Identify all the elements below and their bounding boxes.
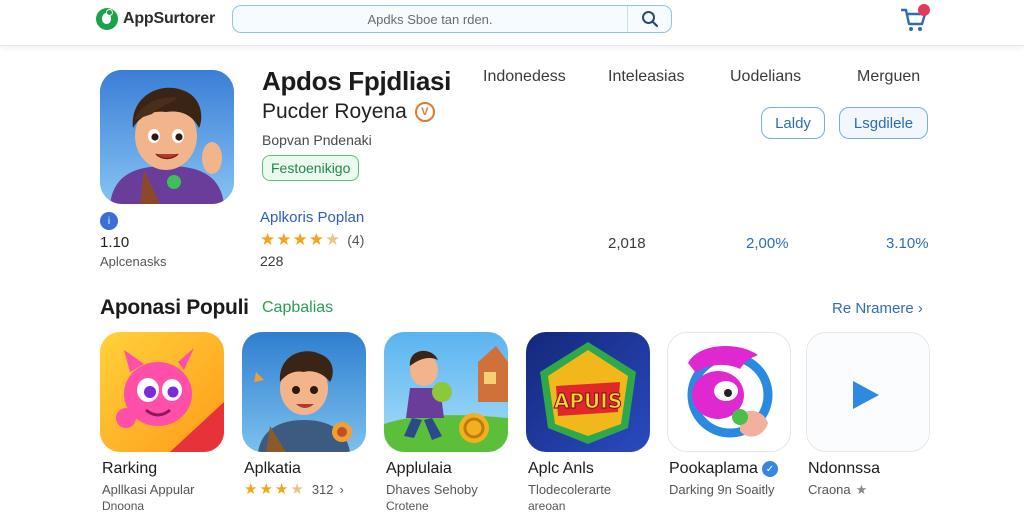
verified-badge-icon: V xyxy=(414,102,435,122)
logo-text: AppSurtorer xyxy=(123,10,216,27)
stat-heading: Indonedess xyxy=(483,68,566,85)
info-icon: i xyxy=(100,212,118,230)
app-card[interactable]: APUIS Aplc Anls Tlodecolerarte areoan xyxy=(526,332,650,512)
metric-value: 2,00% xyxy=(746,235,789,252)
star-icon: ★ xyxy=(292,230,308,249)
app-card-subtitle: Apllkasi Appular xyxy=(102,482,195,497)
logo-icon xyxy=(96,8,118,30)
mini-stat-value: 1.10 xyxy=(100,234,130,251)
app-card-meta: areoan xyxy=(528,499,566,512)
star-icon: ★ xyxy=(274,481,289,498)
app-card-name-label: Pookaplama xyxy=(669,460,758,477)
magenta-character-icon xyxy=(667,332,791,452)
search-input[interactable] xyxy=(233,6,627,32)
metric-value: 3.10% xyxy=(886,235,929,252)
rating-stars: ★ ★ ★ ★ ★ (4) xyxy=(260,231,364,248)
star-icon: ★ xyxy=(855,482,868,497)
badge-text: APUIS xyxy=(554,389,622,413)
app-subtitle: Bopvan Pndenaki xyxy=(262,132,372,148)
stat-heading: Uodelians xyxy=(730,68,802,85)
app-card-subtitle: Tlodecolerarte xyxy=(528,482,612,497)
see-more-label: Re Nramere xyxy=(832,300,914,317)
store-logo[interactable]: AppSurtorer xyxy=(96,8,215,30)
app-card-subtitle: Craona ★ xyxy=(808,482,867,497)
app-icon[interactable] xyxy=(100,70,234,204)
app-card-name: Aplkatia xyxy=(244,460,301,477)
app-card-name: Aplc Anls xyxy=(528,460,594,477)
pink-creature-icon xyxy=(100,332,224,452)
play-icon xyxy=(806,332,930,452)
developer-label: Pucder Royena xyxy=(262,100,407,123)
chevron-right-icon: › xyxy=(339,482,344,497)
app-card-name: Applulaia xyxy=(386,460,452,477)
half-star-icon: ★ xyxy=(290,481,304,498)
secondary-action-button[interactable]: Lsgdilele xyxy=(839,107,928,139)
stat-heading: Merguen xyxy=(857,68,921,85)
star-icon: ★ xyxy=(259,481,273,498)
half-star-icon: ★ xyxy=(325,230,341,249)
app-card-rating-count: 312 xyxy=(311,482,334,497)
star-icon: ★ xyxy=(244,481,258,498)
top-bar: AppSurtorer xyxy=(0,0,1024,46)
boy-character-icon xyxy=(100,70,234,204)
cart-button[interactable] xyxy=(898,4,932,34)
rank-number: 228 xyxy=(260,253,284,269)
app-card-meta: Dnoona xyxy=(102,499,145,512)
star-icon: ★ xyxy=(260,230,276,249)
app-card-rating: ★ ★ ★ ★ 312 › xyxy=(244,482,344,497)
app-card-name: Rarking xyxy=(102,460,158,477)
app-title: Apdos Fpjdliasi xyxy=(262,66,452,96)
search-icon xyxy=(641,11,658,28)
chevron-right-icon: › xyxy=(917,300,923,317)
app-card-name: Ndonnssa xyxy=(808,460,881,477)
app-card-subtitle: Darking 9n Soaitly xyxy=(669,482,775,497)
star-icon: ★ xyxy=(308,230,324,249)
app-card[interactable]: Aplkatia ★ ★ ★ ★ 312 › xyxy=(242,332,366,497)
app-card[interactable]: Pookaplama ✓ Darking 9n Soaitly xyxy=(667,332,791,497)
app-card[interactable]: Ndonnssa Craona ★ xyxy=(806,332,930,497)
star-icon: ★ xyxy=(276,230,292,249)
popular-label[interactable]: Aplkoris Poplan xyxy=(260,209,364,226)
notification-dot xyxy=(918,4,930,16)
primary-action-button[interactable]: Laldy xyxy=(761,107,825,139)
app-card[interactable]: Rarking Apllkasi Appular Dnoona xyxy=(100,332,224,512)
boy-adventure-icon xyxy=(242,332,366,452)
mini-stat-label: Aplcenasks xyxy=(100,254,167,269)
app-card-meta: Crotene xyxy=(386,499,429,512)
section-title: Aponasi Populi xyxy=(100,296,249,319)
verified-check-icon: ✓ xyxy=(761,461,778,477)
metric-value: 2,018 xyxy=(608,235,646,252)
app-card-subtitle: Dhaves Sehoby xyxy=(386,482,478,497)
developer-name[interactable]: Pucder Royena V xyxy=(262,100,435,124)
app-card[interactable]: Applulaia Dhaves Sehoby Crotene xyxy=(384,332,508,512)
apuis-badge-icon: APUIS xyxy=(526,332,650,452)
stat-heading: Inteleasias xyxy=(608,68,685,85)
app-card-subtitle-label: Craona xyxy=(808,482,851,497)
rating-count: (4) xyxy=(347,231,365,248)
section-subtitle[interactable]: Capbalias xyxy=(262,299,333,317)
search-button[interactable] xyxy=(627,6,671,32)
app-card-name: Pookaplama ✓ xyxy=(669,460,778,478)
search-bar xyxy=(232,5,672,33)
category-tag[interactable]: Festoenikigo xyxy=(262,155,360,181)
runner-game-icon xyxy=(384,332,508,452)
see-more-link[interactable]: Re Nramere › xyxy=(832,300,923,317)
